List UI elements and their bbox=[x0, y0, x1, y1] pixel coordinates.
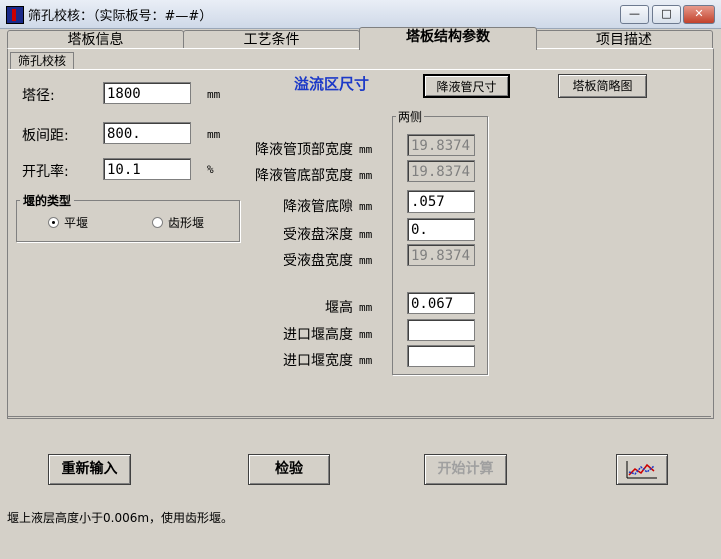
weir-height-unit: mm bbox=[359, 301, 373, 314]
serrated-weir-label: 齿形堰 bbox=[168, 216, 205, 230]
diameter-label: 塔径: bbox=[22, 88, 55, 104]
open-ratio-input[interactable]: 10.1 bbox=[103, 158, 191, 180]
downcomer-clearance-unit: mm bbox=[359, 200, 373, 213]
tab-tray-structure[interactable]: 塔板结构参数 bbox=[359, 27, 537, 50]
downcomer-top-width-field: 19.8374 bbox=[407, 134, 475, 156]
check-button[interactable]: 检验 bbox=[248, 454, 330, 485]
tray-sketch-button[interactable]: 塔板简略图 bbox=[558, 74, 647, 98]
inlet-weir-width-unit: mm bbox=[359, 354, 373, 367]
maximize-button[interactable]: □ bbox=[652, 5, 681, 24]
receiving-pan-width-field: 19.8374 bbox=[407, 244, 475, 266]
flat-weir-radio[interactable] bbox=[48, 217, 59, 228]
open-ratio-unit: % bbox=[207, 163, 214, 176]
inlet-weir-width-label: 进口堰宽度 bbox=[283, 353, 353, 369]
window-title: 筛孔校核：（实际板号：#—#） bbox=[28, 9, 213, 24]
inlet-weir-height-input[interactable] bbox=[407, 319, 475, 341]
panel-bottom-line bbox=[8, 416, 711, 417]
inlet-weir-height-unit: mm bbox=[359, 328, 373, 341]
spacing-input[interactable]: 800. bbox=[103, 122, 191, 144]
status-message: 堰上液层高度小于0.006m，使用齿形堰。 bbox=[7, 511, 234, 525]
inlet-weir-width-input[interactable] bbox=[407, 345, 475, 367]
tab-tower-info[interactable]: 塔板信息 bbox=[7, 30, 184, 49]
both-sides-label: 两侧 bbox=[396, 108, 425, 125]
downcomer-top-width-label: 降液管顶部宽度 bbox=[255, 142, 353, 158]
inlet-weir-height-label: 进口堰高度 bbox=[283, 327, 353, 343]
flat-weir-label: 平堰 bbox=[64, 216, 89, 230]
downcomer-top-width-unit: mm bbox=[359, 143, 373, 156]
receiving-pan-depth-label: 受液盘深度 bbox=[283, 227, 353, 243]
receiving-pan-width-unit: mm bbox=[359, 254, 373, 267]
close-button[interactable]: ✕ bbox=[683, 5, 715, 24]
downcomer-bottom-width-unit: mm bbox=[359, 169, 373, 182]
downcomer-bottom-width-label: 降液管底部宽度 bbox=[255, 168, 353, 184]
start-compute-button[interactable]: 开始计算 bbox=[424, 454, 507, 485]
spacing-unit: mm bbox=[207, 128, 221, 141]
chart-button[interactable] bbox=[616, 454, 668, 485]
panel-divider bbox=[8, 69, 711, 70]
downcomer-clearance-label: 降液管底隙 bbox=[283, 199, 353, 215]
diameter-unit: mm bbox=[207, 88, 221, 101]
downcomer-size-button[interactable]: 降液管尺寸 bbox=[423, 74, 510, 98]
reset-button[interactable]: 重新输入 bbox=[48, 454, 131, 485]
weir-type-label: 堰的类型 bbox=[20, 192, 75, 209]
receiving-pan-width-label: 受液盘宽度 bbox=[283, 253, 353, 269]
overflow-heading: 溢流区尺寸 bbox=[294, 75, 370, 93]
serrated-weir-radio[interactable] bbox=[152, 217, 163, 228]
subtab-sieve-check[interactable]: 筛孔校核 bbox=[10, 52, 74, 70]
downcomer-bottom-width-field: 19.8374 bbox=[407, 160, 475, 182]
downcomer-clearance-input[interactable]: .057 bbox=[407, 190, 475, 213]
receiving-pan-depth-unit: mm bbox=[359, 228, 373, 241]
open-ratio-label: 开孔率: bbox=[22, 164, 69, 180]
app-icon bbox=[6, 6, 24, 24]
tab-project-description[interactable]: 项目描述 bbox=[535, 30, 713, 49]
weir-height-input[interactable]: 0.067 bbox=[407, 292, 475, 314]
receiving-pan-depth-input[interactable]: 0. bbox=[407, 218, 475, 241]
weir-height-label: 堰高 bbox=[325, 300, 353, 316]
minimize-button[interactable]: — bbox=[620, 5, 649, 24]
tab-process-conditions[interactable]: 工艺条件 bbox=[183, 30, 360, 49]
spacing-label: 板间距: bbox=[22, 128, 69, 144]
line-chart-icon bbox=[626, 461, 657, 479]
diameter-input[interactable]: 1800 bbox=[103, 82, 191, 104]
